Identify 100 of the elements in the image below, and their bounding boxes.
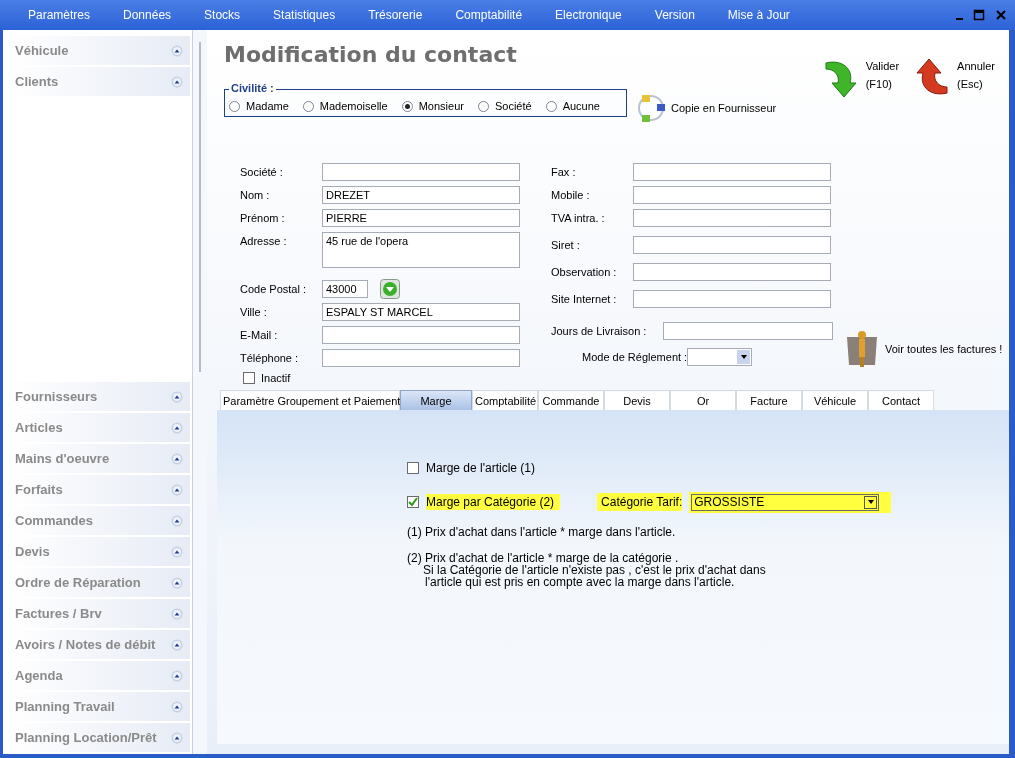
checkbox-label: Marge de l'article (1) [426,461,535,475]
input-field[interactable]: DREZET [322,185,520,204]
input-field[interactable] [322,348,520,367]
input-field[interactable] [633,162,831,181]
field-label: Mode de Réglement : [582,350,688,363]
field-label: Téléphone : [240,351,300,364]
sidebar-label: Clients [15,74,59,89]
menu-item[interactable]: Statistiques [273,8,350,22]
input-field[interactable] [633,262,831,281]
sidebar-label: Véhicule [15,43,69,58]
tab[interactable]: Comptabilité [472,390,538,410]
input-field[interactable] [633,185,831,204]
sidebar-label: Commandes [15,513,94,528]
sidebar-label: Planning Travail [15,699,115,714]
chevron-up-icon [171,452,183,465]
input-field[interactable]: ESPALY ST MARCEL [322,302,520,321]
field-label: Fax : [551,165,577,178]
radio-button[interactable] [545,100,557,112]
radio-label: Aucune [562,100,600,112]
menu-item[interactable]: Paramètres [28,8,105,22]
sidebar-label: Factures / Brv [15,606,102,621]
radio-button[interactable] [302,100,314,112]
checkbox[interactable] [407,496,419,508]
note-text: Si la Catégorie de l'article n'existe pas , c'est le prix d'achat dans [422,564,767,576]
field-label: Code Postal : [240,282,308,295]
validate-button[interactable]: Valider (F10) [819,57,900,99]
sidebar-label: Ordre de Réparation [15,575,141,590]
input-field[interactable] [663,321,833,340]
chevron-up-icon [171,638,183,651]
chevron-up-icon [171,514,183,527]
input-field[interactable] [322,162,520,181]
sidebar-label: Agenda [15,668,63,683]
checkbox[interactable] [407,462,419,474]
text-area[interactable]: 45 rue de l'opera [322,232,520,268]
chevron-up-icon [171,483,183,496]
dropdown[interactable]: GROSSISTE [691,493,880,511]
sidebar-label: Mains d'oeuvre [15,451,110,466]
note-text: (2) Prix d'achat de l'article * marge de la catégorie . [407,552,679,564]
field-label: E-Mail : [240,328,279,341]
field-label: Site Internet : [551,292,618,305]
input-field[interactable] [633,208,831,227]
field-label: Adresse : [240,234,288,247]
tab[interactable]: Paramètre Groupement et Paiement [220,390,400,410]
figure-icon [845,329,879,369]
radio-label: Société [494,100,532,112]
menu-item[interactable]: Stocks [204,8,255,22]
radio-label: Monsieur [418,100,464,112]
input-field[interactable]: PIERRE [322,208,520,227]
chevron-up-icon [171,44,183,57]
field-label: Mobile : [551,188,591,201]
sidebar-label: Devis [15,544,50,559]
input-field[interactable] [633,289,831,308]
input-field[interactable] [633,235,831,254]
radio-button[interactable] [477,100,489,112]
copy-supplier-button[interactable]: Copie en Fournisseur [633,92,777,124]
sidebar-label: Articles [15,420,63,435]
field-label: Siret : [551,238,581,251]
tab[interactable]: Marge [400,390,472,410]
chevron-up-icon [171,390,183,403]
tab[interactable]: Devis [604,390,670,410]
chevron-up-icon [171,576,183,589]
tab[interactable]: Commande [538,390,604,410]
dropdown[interactable] [687,347,752,366]
field-label: Ville : [240,305,268,318]
input-field[interactable]: 43000 [322,279,368,298]
menu-item[interactable]: Données [123,8,186,22]
menu-item[interactable]: Version [654,8,709,22]
menu-item[interactable]: Comptabilité [455,8,537,22]
tab[interactable]: Véhicule [802,390,868,410]
field-label: TVA intra. : [551,211,606,224]
view-invoices-button[interactable]: Voir toutes les factures ! [845,329,1003,369]
tab[interactable]: Or [670,390,736,410]
radio-label: Madame [246,100,289,112]
sidebar-label: Forfaits [15,482,63,497]
field-label: Prénom : [240,211,286,224]
field-label: Jours de Livraison : [551,324,647,337]
check-icon [408,497,418,507]
menu-item[interactable]: Electronique [555,8,636,22]
page-title: Modification du contact [224,42,517,67]
input-field[interactable] [322,325,520,344]
radio-button[interactable] [229,100,240,112]
radio-label: Mademoiselle [319,100,388,112]
chevron-up-icon [171,607,183,620]
checkbox[interactable] [243,372,255,384]
menu-item[interactable]: Trésorerie [368,8,437,22]
checkbox-label: Marge par Catégorie (2) [426,494,561,510]
close-icon [995,9,1007,21]
chevron-up-icon [171,75,183,88]
note-text: l'article qui est pris en compte avec la marge dans l'article. [424,576,736,588]
chevron-up-icon [171,545,183,558]
sidebar-label: Avoirs / Notes de débit [15,637,156,652]
menu-item[interactable]: Mise à Jour [727,8,804,22]
chevron-up-icon [171,669,183,682]
caret-icon [866,498,875,506]
tab[interactable]: Facture [736,390,802,410]
tab[interactable]: Contact [868,390,934,410]
down-arrow-icon [380,278,400,299]
field-label: Observation : [551,265,618,278]
radio-button[interactable] [401,100,413,112]
cancel-button[interactable]: Annuler (Esc) [911,57,995,99]
